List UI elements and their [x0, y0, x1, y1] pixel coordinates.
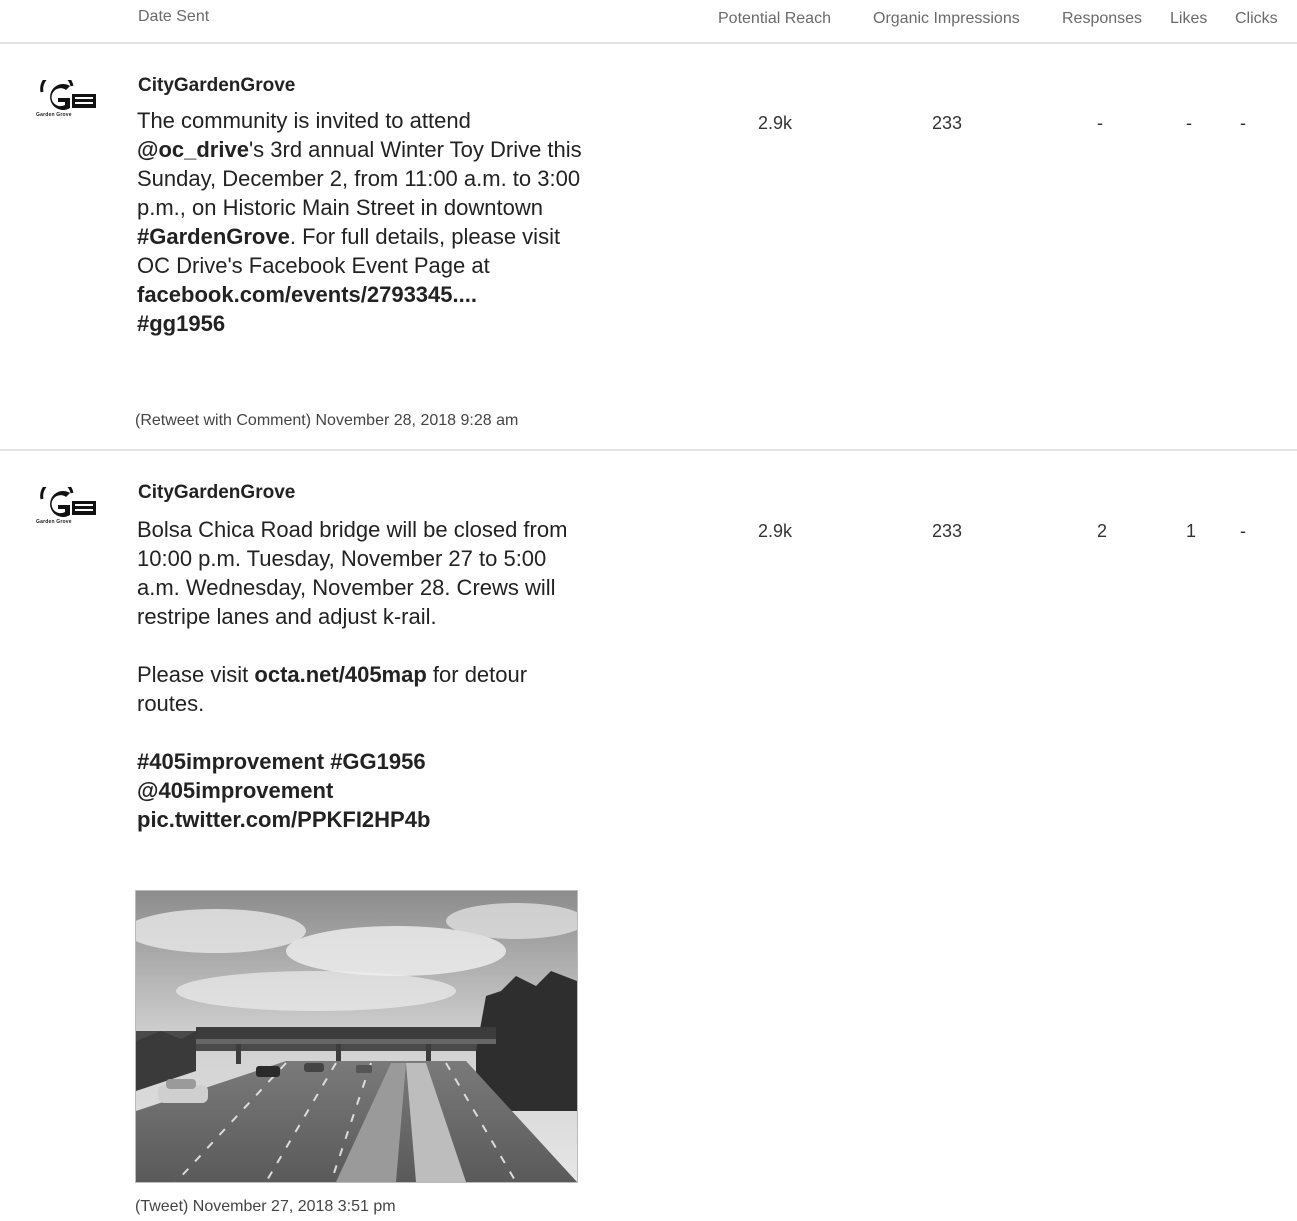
hashtag-link[interactable]: #405improvement #GG1956 [137, 749, 426, 774]
post-date: November 27, 2018 3:51 pm [192, 1198, 396, 1215]
post-text: Bolsa Chica Road bridge will be closed f… [137, 515, 582, 834]
post-type: (Tweet) [135, 1198, 189, 1215]
table-header: Date Sent Potential Reach Organic Impres… [0, 0, 1297, 44]
garden-grove-logo: Garden Grove [36, 487, 100, 531]
post-paragraph: #405improvement #GG1956 @405improvement pi… [137, 747, 582, 834]
column-header-potential-reach[interactable]: Potential Reach [718, 10, 831, 28]
column-header-clicks[interactable]: Clicks [1235, 10, 1278, 28]
pic-link[interactable]: pic.twitter.com/PPKFI2HP4b [137, 807, 430, 832]
post-photo[interactable] [135, 890, 578, 1183]
likes-value: 1 [1186, 521, 1197, 541]
post-date-sent: (Tweet) November 27, 2018 3:51 pm [135, 1198, 396, 1216]
post-text: The community is invited to attend @oc_d… [137, 106, 582, 338]
likes-value: - [1186, 113, 1192, 133]
column-header-responses[interactable]: Responses [1062, 10, 1142, 28]
post-paragraph: Bolsa Chica Road bridge will be closed f… [137, 517, 568, 629]
garden-grove-g-icon [40, 80, 96, 110]
url-link[interactable]: octa.net/405map [254, 662, 426, 687]
table-row: Garden Grove CityGardenGrove The communi… [0, 44, 1297, 451]
column-header-likes[interactable]: Likes [1170, 10, 1207, 28]
post-paragraph: Please visit octa.net/405map for detour … [137, 660, 582, 718]
clicks-value: - [1240, 113, 1246, 133]
responses-value: - [1097, 113, 1103, 133]
hashtag-link[interactable]: #GardenGrove [137, 224, 290, 249]
responses-value: 2 [1097, 521, 1108, 541]
potential-reach-value: 2.9k [758, 113, 793, 133]
garden-grove-g-icon [40, 487, 96, 517]
url-link[interactable]: facebook.com/events/2793345.... [137, 282, 477, 307]
column-header-organic-impressions[interactable]: Organic Impressions [873, 10, 1020, 28]
text-span: Please visit [137, 662, 255, 687]
logo-caption: Garden Grove [36, 112, 72, 118]
organic-impressions-value: 233 [932, 521, 963, 541]
clicks-value: - [1240, 521, 1246, 541]
freeway-photo-image [136, 891, 577, 1182]
post-author[interactable]: CityGardenGrove [138, 482, 295, 504]
post-type: (Retweet with Comment) [135, 412, 312, 429]
logo-caption: Garden Grove [36, 519, 72, 525]
post-date-sent: (Retweet with Comment) November 28, 2018… [135, 412, 518, 430]
text-span: The community is invited to attend [137, 108, 471, 133]
post-author[interactable]: CityGardenGrove [138, 75, 295, 97]
mention-link[interactable]: @405improvement [137, 778, 333, 803]
potential-reach-value: 2.9k [758, 521, 793, 541]
post-date: November 28, 2018 9:28 am [315, 412, 519, 429]
mention-link[interactable]: @oc_drive [137, 137, 249, 162]
hashtag-link[interactable]: #gg1956 [137, 311, 225, 336]
column-header-date-sent[interactable]: Date Sent [138, 8, 209, 26]
garden-grove-logo: Garden Grove [36, 80, 100, 124]
table-row: Garden Grove CityGardenGrove Bolsa Chica… [0, 451, 1297, 1221]
organic-impressions-value: 233 [932, 113, 963, 133]
